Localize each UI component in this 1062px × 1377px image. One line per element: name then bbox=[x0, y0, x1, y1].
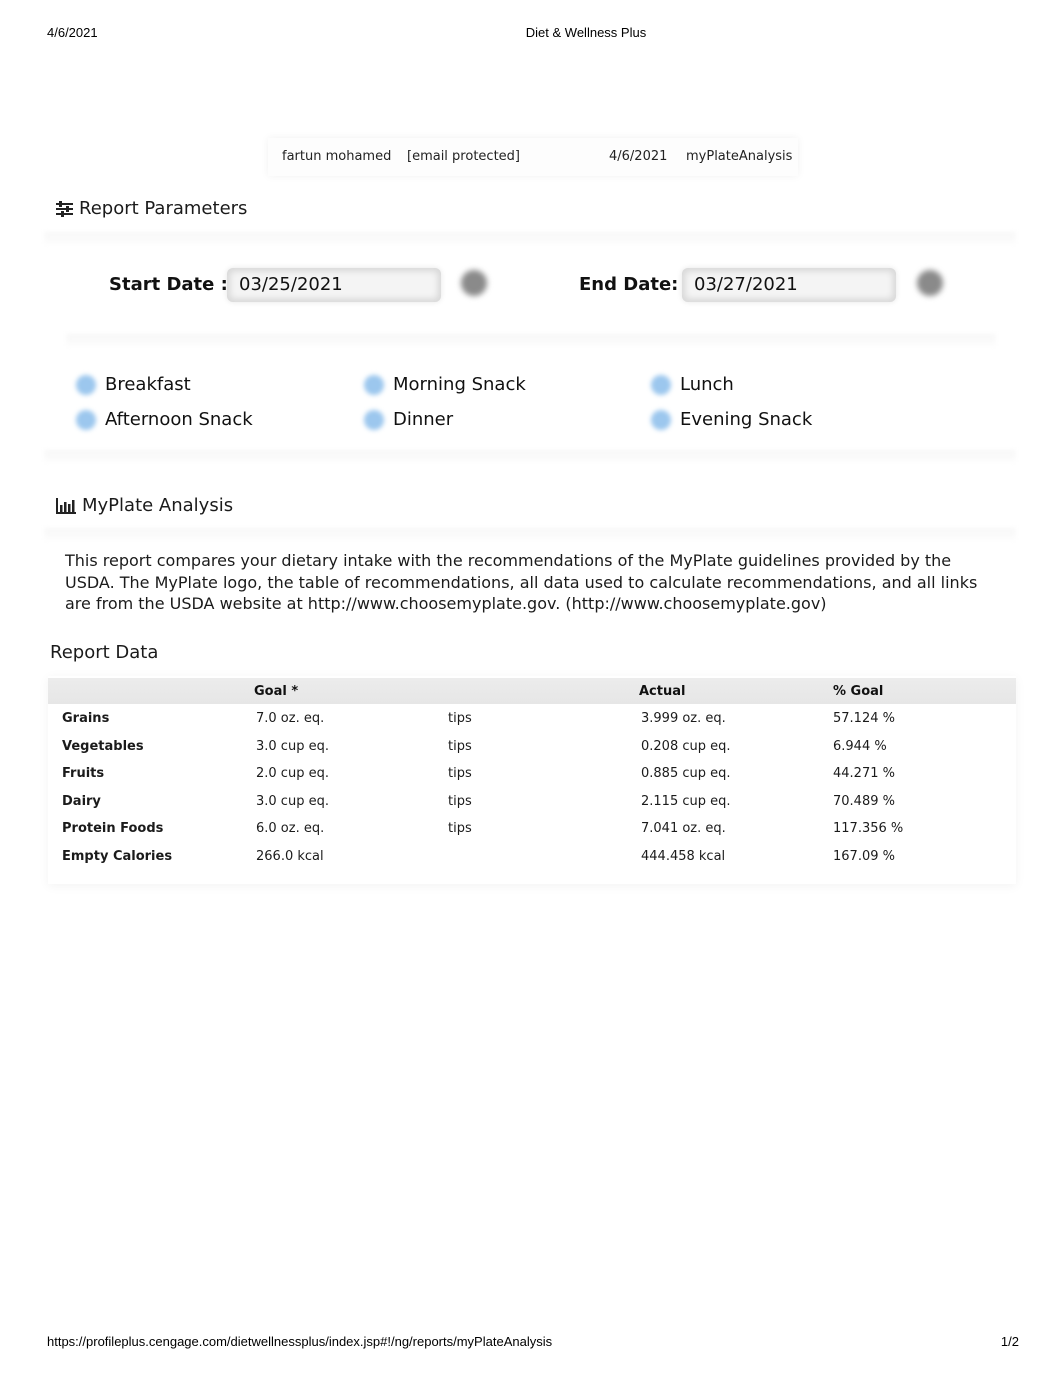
meal-checkbox-breakfast[interactable]: Breakfast bbox=[76, 374, 191, 395]
report-parameters-heading: Report Parameters bbox=[56, 198, 247, 219]
column-header-goal: Goal * bbox=[254, 684, 299, 699]
tips-link[interactable]: tips bbox=[448, 739, 472, 754]
tips-link[interactable]: tips bbox=[448, 711, 472, 726]
end-date-label: End Date: bbox=[579, 274, 679, 295]
food-group: Fruits bbox=[62, 766, 105, 781]
print-header-title: Diet & Wellness Plus bbox=[525, 25, 647, 40]
food-group: Vegetables bbox=[62, 738, 144, 754]
percent-goal: 57.124 % bbox=[833, 711, 895, 726]
meal-label: Morning Snack bbox=[393, 374, 526, 395]
food-group: Grains bbox=[62, 711, 110, 726]
start-date-calendar-icon[interactable] bbox=[461, 270, 487, 296]
report-parameters-title: Report Parameters bbox=[79, 198, 248, 219]
checkbox-icon[interactable] bbox=[651, 374, 671, 395]
percent-goal: 70.489 % bbox=[833, 793, 895, 809]
meal-checkbox-dinner[interactable]: Dinner bbox=[364, 409, 453, 430]
user-email: [email protected] bbox=[407, 149, 520, 164]
report-date: 4/6/2021 bbox=[609, 149, 668, 164]
start-date-label: Start Date : bbox=[109, 274, 228, 295]
goal-value: 266.0 kcal bbox=[256, 848, 324, 864]
column-header-actual: Actual bbox=[639, 684, 686, 699]
bar-chart-icon bbox=[56, 497, 76, 514]
meal-checkbox-morning-snack[interactable]: Morning Snack bbox=[364, 374, 526, 395]
food-group: Dairy bbox=[62, 793, 101, 809]
actual-value: 444.458 kcal bbox=[641, 848, 726, 864]
table-row: Grains 7.0 oz. eq. tips 3.999 oz. eq. 57.124… bbox=[48, 711, 1016, 738]
sliders-icon bbox=[56, 200, 73, 217]
tips-link[interactable]: tips bbox=[448, 766, 472, 781]
divider bbox=[44, 450, 1016, 462]
meal-checkbox-afternoon-snack[interactable]: Afternoon Snack bbox=[76, 409, 253, 430]
end-date-input[interactable]: 03/27/2021 bbox=[682, 268, 896, 302]
actual-value: 3.999 oz. eq. bbox=[641, 711, 726, 726]
table-row: Empty Calories 266.0 kcal 444.458 kcal 167.… bbox=[48, 849, 1016, 876]
print-footer-page-number: 1/2 bbox=[1000, 1334, 1019, 1349]
actual-value: 0.208 cup eq. bbox=[641, 738, 731, 754]
table-row: Fruits 2.0 cup eq. tips 0.885 cup eq. 44.271… bbox=[48, 766, 1016, 793]
goal-value: 7.0 oz. eq. bbox=[256, 711, 325, 726]
user-name: fartun mohamed bbox=[282, 149, 392, 164]
goal-value: 6.0 oz. eq. bbox=[256, 821, 325, 836]
table-row: Protein Foods 6.0 oz. eq. tips 7.041 oz. eq… bbox=[48, 821, 1016, 848]
percent-goal: 117.356 % bbox=[833, 821, 904, 836]
print-footer-url: https://profileplus.cengage.com/dietwell… bbox=[47, 1334, 553, 1349]
tips-link[interactable]: tips bbox=[448, 794, 472, 809]
meal-label: Evening Snack bbox=[680, 409, 813, 430]
meal-checkbox-lunch[interactable]: Lunch bbox=[651, 374, 734, 395]
meal-label: Breakfast bbox=[105, 374, 191, 395]
myplate-analysis-heading: MyPlate Analysis bbox=[56, 495, 233, 516]
myplate-analysis-title: MyPlate Analysis bbox=[82, 495, 234, 516]
checkbox-icon[interactable] bbox=[364, 374, 384, 395]
food-group: Empty Calories bbox=[62, 848, 173, 864]
actual-value: 0.885 cup eq. bbox=[641, 766, 731, 781]
report-name: myPlateAnalysis bbox=[686, 149, 793, 164]
checkbox-icon[interactable] bbox=[76, 409, 96, 430]
user-info-bar: fartun mohamed [email protected] 4/6/202… bbox=[268, 138, 798, 176]
actual-value: 2.115 cup eq. bbox=[641, 793, 731, 809]
column-header-percent-goal: % Goal bbox=[833, 684, 884, 699]
divider bbox=[66, 334, 996, 346]
meal-label: Lunch bbox=[680, 374, 734, 395]
meal-checkbox-evening-snack[interactable]: Evening Snack bbox=[651, 409, 812, 430]
percent-goal: 6.944 % bbox=[833, 738, 887, 754]
divider bbox=[44, 232, 1016, 244]
meal-label: Afternoon Snack bbox=[105, 409, 253, 430]
table-row: Dairy 3.0 cup eq. tips 2.115 cup eq. 70.489 … bbox=[48, 794, 1016, 821]
meal-label: Dinner bbox=[393, 409, 454, 430]
actual-value: 7.041 oz. eq. bbox=[641, 821, 726, 836]
divider bbox=[44, 528, 1016, 540]
report-data-title: Report Data bbox=[50, 642, 159, 663]
start-date-input[interactable]: 03/25/2021 bbox=[227, 268, 441, 302]
goal-value: 3.0 cup eq. bbox=[256, 738, 329, 754]
tips-link[interactable]: tips bbox=[448, 821, 472, 836]
percent-goal: 44.271 % bbox=[833, 766, 895, 781]
percent-goal: 167.09 % bbox=[833, 848, 895, 864]
report-data-heading: Report Data bbox=[50, 642, 158, 663]
end-date-calendar-icon[interactable] bbox=[917, 270, 943, 296]
goal-value: 2.0 cup eq. bbox=[256, 766, 329, 781]
report-data-table: Goal * Actual % Goal Grains 7.0 oz. eq. ti… bbox=[48, 676, 1016, 884]
checkbox-icon[interactable] bbox=[651, 409, 671, 430]
myplate-description: This report compares your dietary intake… bbox=[65, 551, 978, 613]
table-row: Vegetables 3.0 cup eq. tips 0.208 cup eq. 6.… bbox=[48, 739, 1016, 766]
goal-value: 3.0 cup eq. bbox=[256, 793, 329, 809]
checkbox-icon[interactable] bbox=[76, 374, 96, 395]
checkbox-icon[interactable] bbox=[364, 409, 384, 430]
food-group: Protein Foods bbox=[62, 821, 164, 836]
